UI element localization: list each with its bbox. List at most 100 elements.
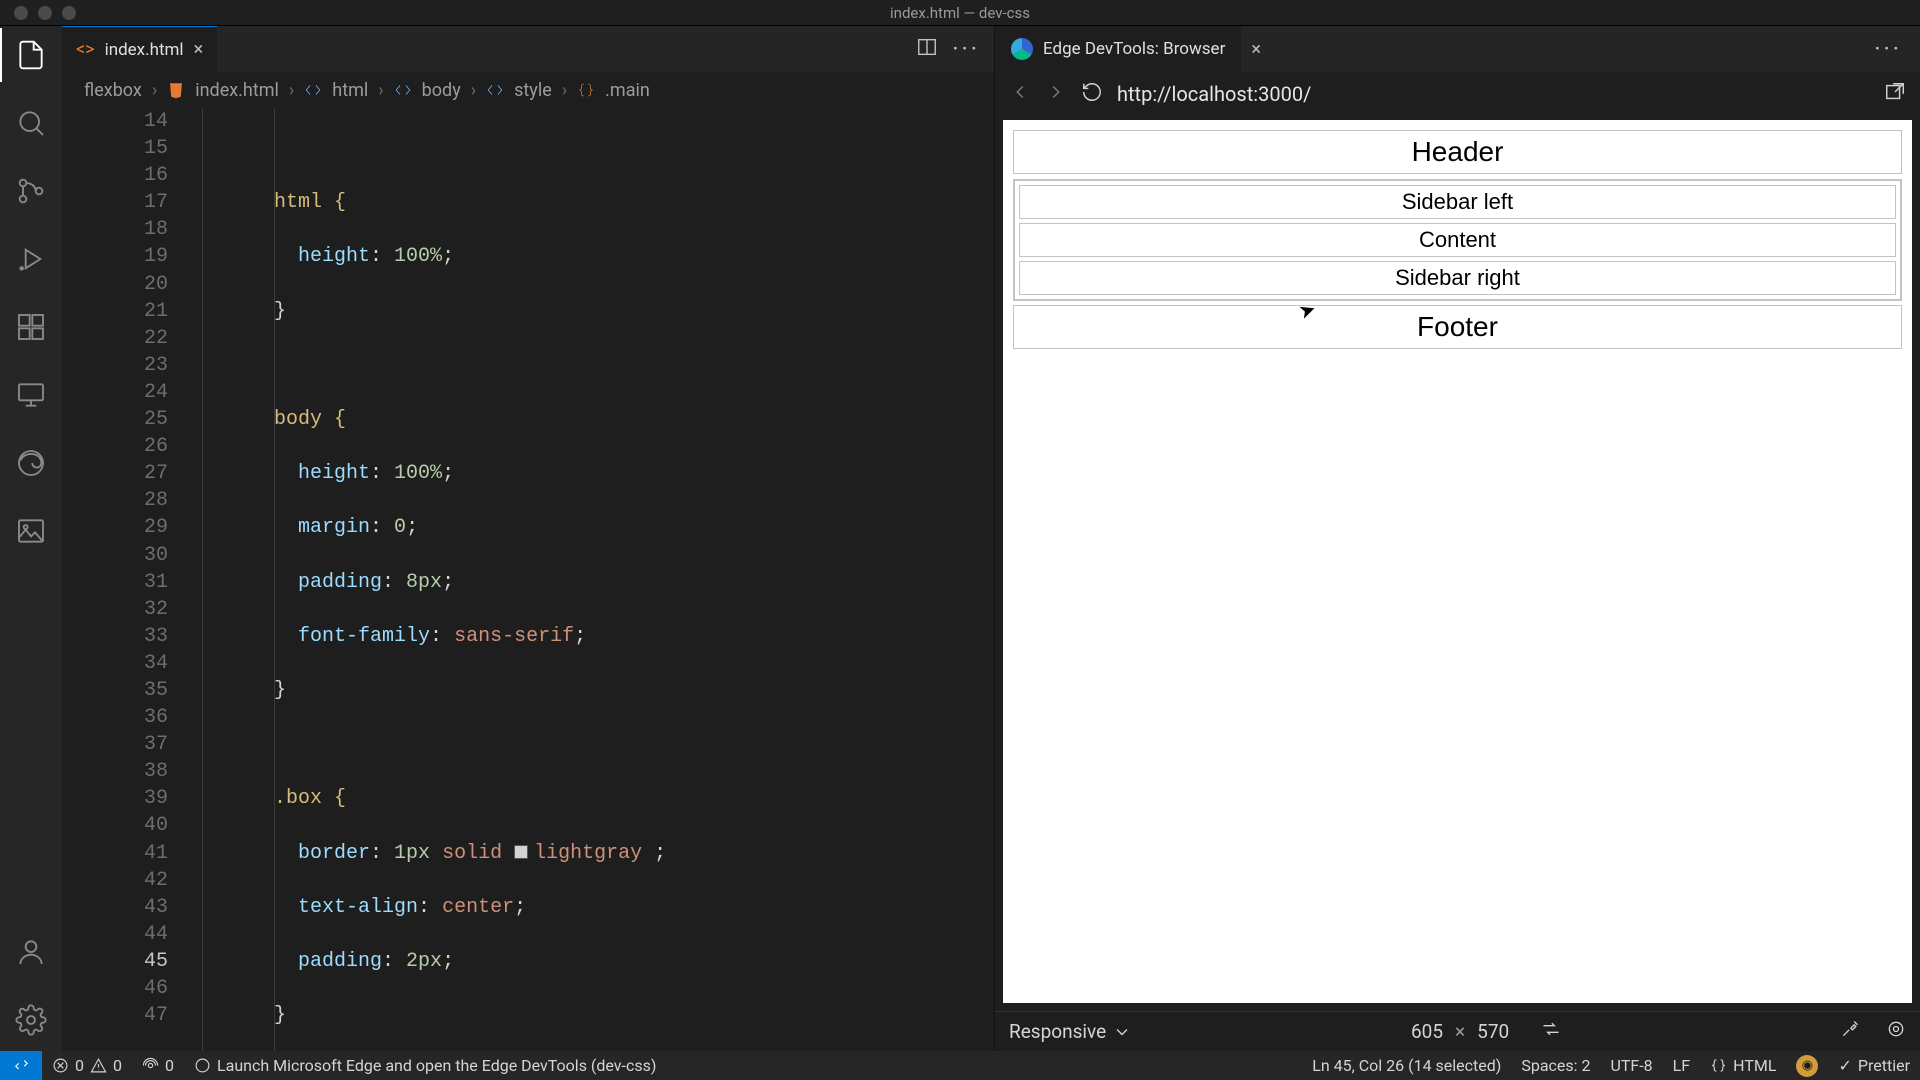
device-selector[interactable]: Responsive [1009, 1020, 1132, 1043]
error-count: 0 [75, 1056, 84, 1075]
code-token: 100% [394, 462, 442, 485]
status-bar: 0 0 0 Launch Microsoft Edge and open the… [0, 1051, 1920, 1080]
close-icon[interactable]: × [1241, 39, 1271, 60]
html-file-icon: <> [76, 39, 95, 60]
code-token: 8px [406, 571, 442, 594]
edge-icon [1011, 38, 1033, 60]
edge-tools-icon[interactable] [14, 446, 48, 480]
browser-toolbar: http://localhost:3000/ [995, 72, 1920, 116]
check-icon: ✓ [1838, 1056, 1851, 1075]
editor-group: <> index.html × ··· flexbox › index.html… [62, 26, 994, 1051]
code-token: sans-serif [454, 625, 574, 648]
code-token: lightgray [534, 842, 642, 865]
cursor-position[interactable]: Ln 45, Col 26 (14 selected) [1302, 1051, 1511, 1080]
chevron-right-icon: › [378, 80, 383, 101]
code-token: 1px [394, 842, 430, 865]
editor-tab-index-html[interactable]: <> index.html × [62, 26, 218, 72]
settings-gear-icon[interactable] [14, 1003, 48, 1037]
target-icon[interactable] [1886, 1019, 1906, 1044]
breadcrumb-main[interactable]: .main [605, 80, 650, 101]
more-actions-icon[interactable]: ··· [1874, 35, 1920, 63]
run-debug-icon[interactable] [14, 242, 48, 276]
remote-explorer-icon[interactable] [14, 378, 48, 412]
devtools-tab-browser[interactable]: Edge DevTools: Browser [995, 26, 1241, 72]
accounts-icon[interactable] [14, 935, 48, 969]
launch-edge-button[interactable]: Launch Microsoft Edge and open the Edge … [184, 1051, 666, 1080]
launch-text: Launch Microsoft Edge and open the Edge … [217, 1056, 656, 1075]
code-token: height [298, 462, 370, 485]
element-icon [394, 81, 412, 99]
viewport-height[interactable]: 570 [1477, 1020, 1509, 1043]
window-zoom-icon[interactable] [62, 6, 76, 20]
breadcrumb-style[interactable]: style [514, 80, 552, 101]
code-token: solid [442, 842, 502, 865]
more-actions-icon[interactable]: ··· [952, 35, 980, 63]
breadcrumb-file[interactable]: index.html [195, 80, 279, 101]
code-token: } [274, 300, 286, 323]
back-button[interactable] [1009, 81, 1031, 108]
chevron-right-icon: › [152, 80, 157, 101]
code-content[interactable]: html { height: 100%; } body { height: 10… [202, 108, 994, 1051]
color-swatch-icon[interactable] [514, 845, 528, 859]
breadcrumb-folder[interactable]: flexbox [84, 80, 142, 101]
split-editor-icon[interactable] [916, 36, 938, 63]
code-token: text-align [298, 896, 418, 919]
close-icon[interactable]: × [194, 39, 204, 60]
main-area: <> index.html × ··· flexbox › index.html… [0, 26, 1920, 1051]
encoding-status[interactable]: UTF-8 [1600, 1051, 1662, 1080]
editor-tabs: <> index.html × ··· [62, 26, 994, 72]
activity-bar [0, 26, 62, 1051]
problems-indicator[interactable]: 0 0 [42, 1051, 132, 1080]
explorer-icon[interactable] [14, 38, 48, 72]
code-editor[interactable]: 14151617 18192021 22232425 26272829 3031… [62, 108, 994, 1051]
window-minimize-icon[interactable] [38, 6, 52, 20]
code-token: padding [298, 950, 382, 973]
preview-footer-box: Footer [1013, 305, 1902, 349]
code-token: 0 [394, 516, 406, 539]
code-token: } [274, 1004, 286, 1027]
code-token: 100% [394, 245, 442, 268]
broadcast-icon: ◉ [1796, 1055, 1818, 1077]
rotate-icon[interactable] [1541, 1019, 1561, 1044]
preview-sidebar-right-box: Sidebar right [1019, 261, 1896, 295]
viewport-width[interactable]: 605 [1411, 1020, 1443, 1043]
devtools-tabs: Edge DevTools: Browser × ··· [995, 26, 1920, 72]
code-token: border [298, 842, 370, 865]
window-close-icon[interactable] [14, 6, 28, 20]
editor-actions: ··· [916, 26, 994, 72]
open-external-icon[interactable] [1884, 81, 1906, 108]
forward-button[interactable] [1045, 81, 1067, 108]
extensions-icon[interactable] [14, 310, 48, 344]
live-server-indicator[interactable]: ◉ [1786, 1051, 1828, 1080]
url-bar[interactable]: http://localhost:3000/ [1117, 82, 1870, 106]
element-icon [486, 81, 504, 99]
window-controls [0, 6, 76, 20]
prettier-label: Prettier [1858, 1056, 1910, 1075]
ports-indicator[interactable]: 0 [132, 1051, 184, 1080]
browser-viewport[interactable]: Header Sidebar left Content Sidebar righ… [1003, 120, 1912, 1003]
ports-count: 0 [165, 1056, 174, 1075]
reload-button[interactable] [1081, 81, 1103, 108]
prettier-status[interactable]: ✓ Prettier [1828, 1051, 1920, 1080]
code-token: body { [274, 408, 346, 431]
source-control-icon[interactable] [14, 174, 48, 208]
remote-indicator[interactable] [0, 1051, 42, 1080]
devtools-tab-label: Edge DevTools: Browser [1043, 39, 1225, 59]
breadcrumbs[interactable]: flexbox › index.html › html › body › sty… [62, 72, 994, 108]
eyedropper-icon[interactable] [1840, 1019, 1860, 1044]
code-token: padding [298, 571, 382, 594]
breadcrumb-body[interactable]: body [422, 80, 461, 101]
search-icon[interactable] [14, 106, 48, 140]
image-preview-icon[interactable] [14, 514, 48, 548]
preview-header-box: Header [1013, 130, 1902, 174]
code-token: height [298, 245, 370, 268]
code-token: center [442, 896, 514, 919]
code-token: html { [274, 191, 346, 214]
language-mode[interactable]: HTML [1700, 1051, 1786, 1080]
breadcrumb-html[interactable]: html [332, 80, 368, 101]
css-rule-icon [577, 81, 595, 99]
indentation-status[interactable]: Spaces: 2 [1511, 1051, 1600, 1080]
preview-sidebar-left-box: Sidebar left [1019, 185, 1896, 219]
chevron-down-icon [1112, 1022, 1132, 1042]
eol-status[interactable]: LF [1663, 1051, 1700, 1080]
